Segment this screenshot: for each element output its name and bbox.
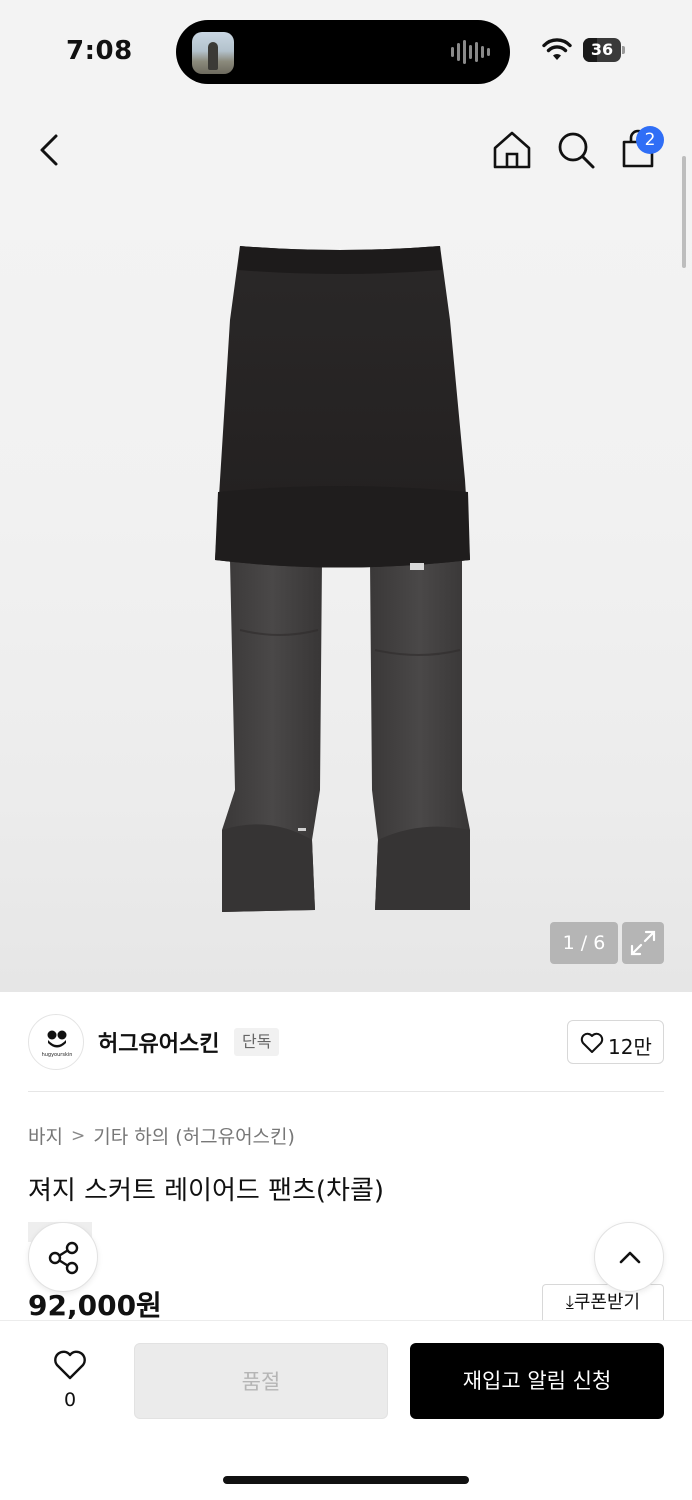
brand-like-button[interactable]: 12만 bbox=[567, 1020, 664, 1064]
coupon-label: 쿠폰받기 bbox=[573, 1292, 641, 1313]
brand-row[interactable]: hugyourskin 허그유어스킨 단독 12만 bbox=[0, 992, 692, 1092]
now-playing-thumbnail bbox=[192, 32, 234, 74]
product-photo bbox=[215, 246, 470, 912]
breadcrumb-subcategory[interactable]: 기타 하의 (허그유어스킨) bbox=[93, 1122, 295, 1149]
wishlist-count: 0 bbox=[63, 1389, 77, 1411]
battery-level: 36 bbox=[590, 40, 614, 59]
share-button[interactable] bbox=[28, 1222, 98, 1292]
product-title: 져지 스커트 레이어드 팬츠(차콜) bbox=[28, 1176, 385, 1206]
wishlist-button[interactable]: 0 bbox=[48, 1345, 92, 1415]
brand-logo[interactable]: hugyourskin bbox=[28, 1014, 84, 1070]
chevron-right-icon: > bbox=[70, 1125, 86, 1146]
download-icon: ⤓ bbox=[565, 1292, 574, 1313]
battery-icon: 36 bbox=[583, 38, 625, 62]
home-indicator[interactable] bbox=[223, 1476, 469, 1484]
expand-image-button[interactable] bbox=[622, 922, 664, 964]
bottom-action-bar: 0 품절 재입고 알림 신청 bbox=[0, 1320, 692, 1500]
heart-outline-icon bbox=[580, 1032, 604, 1053]
breadcrumb: 바지 > 기타 하의 (허그유어스킨) bbox=[28, 1122, 295, 1149]
brand-name[interactable]: 허그유어스킨 bbox=[98, 1026, 219, 1058]
breadcrumb-category[interactable]: 바지 bbox=[28, 1122, 63, 1149]
brand-like-count: 12만 bbox=[608, 1035, 652, 1059]
back-icon[interactable] bbox=[30, 130, 70, 170]
soldout-button[interactable]: 품절 bbox=[134, 1343, 388, 1419]
restock-alert-button[interactable]: 재입고 알림 신청 bbox=[410, 1343, 664, 1419]
status-bar: 7:08 36 bbox=[0, 0, 692, 100]
chevron-up-icon bbox=[619, 1251, 641, 1264]
image-counter: 1 / 6 bbox=[550, 922, 618, 964]
product-price: 92,000원 bbox=[28, 1289, 162, 1322]
brand-logo-mark bbox=[47, 1030, 67, 1048]
dynamic-island[interactable] bbox=[176, 20, 510, 84]
expand-icon bbox=[630, 930, 656, 956]
heart-outline-icon bbox=[54, 1350, 86, 1380]
top-nav bbox=[0, 100, 692, 200]
search-icon[interactable] bbox=[554, 128, 598, 172]
exclusive-badge: 단독 bbox=[234, 1028, 280, 1056]
scroll-to-top-button[interactable] bbox=[594, 1222, 664, 1292]
share-icon bbox=[48, 1241, 79, 1275]
wifi-icon bbox=[542, 38, 572, 60]
product-image-gallery[interactable] bbox=[0, 200, 692, 992]
brand-logo-text: hugyourskin bbox=[41, 1052, 73, 1058]
audio-wave-icon bbox=[451, 40, 490, 64]
coupon-button[interactable]: ⤓쿠폰받기 bbox=[542, 1284, 664, 1322]
cart-count-badge: 2 bbox=[636, 126, 664, 154]
home-icon[interactable] bbox=[490, 128, 534, 172]
page-scrollbar[interactable] bbox=[682, 156, 686, 268]
section-divider bbox=[28, 1091, 664, 1092]
status-time: 7:08 bbox=[66, 36, 133, 66]
